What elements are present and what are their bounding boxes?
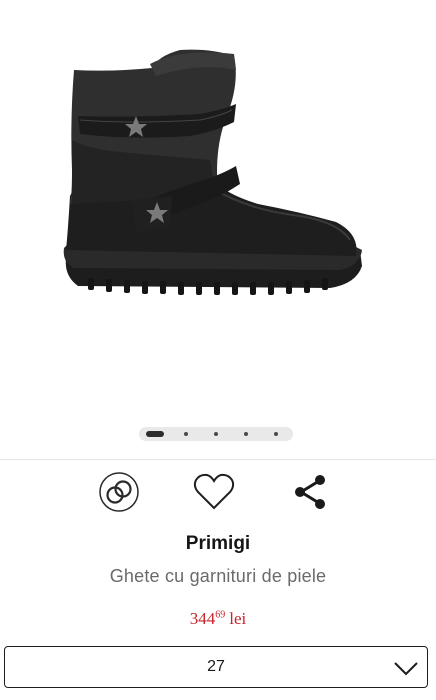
product-image-gallery[interactable] [0, 0, 436, 458]
heart-icon [193, 473, 235, 510]
share-icon [295, 475, 325, 509]
boot-image [63, 49, 362, 295]
size-dropdown[interactable]: 27 [4, 646, 428, 688]
carousel-dot-active[interactable] [146, 431, 164, 437]
chevron-down-icon [394, 662, 418, 676]
price-currency: lei [229, 609, 247, 628]
compare-button[interactable] [95, 468, 143, 516]
carousel-dot[interactable] [184, 432, 188, 436]
product-brand[interactable]: Primigi [0, 533, 436, 555]
product-name: Ghete cu garnituri de piele [109, 566, 327, 586]
size-selected-value: 27 [207, 658, 225, 675]
carousel-dot[interactable] [214, 432, 218, 436]
compare-rings-icon [99, 472, 139, 512]
share-button[interactable] [286, 468, 334, 516]
add-to-favorites-button[interactable] [190, 468, 238, 516]
divider [0, 459, 436, 460]
price-main: 344 [189, 609, 216, 628]
carousel-dot[interactable] [244, 432, 248, 436]
product-price: 34469 lei [0, 609, 436, 629]
price-cents: 69 [215, 609, 226, 621]
product-page: Primigi Ghete cu garnituri de piele 3446… [0, 0, 436, 700]
carousel-indicator[interactable] [139, 427, 293, 441]
carousel-dot[interactable] [274, 432, 278, 436]
